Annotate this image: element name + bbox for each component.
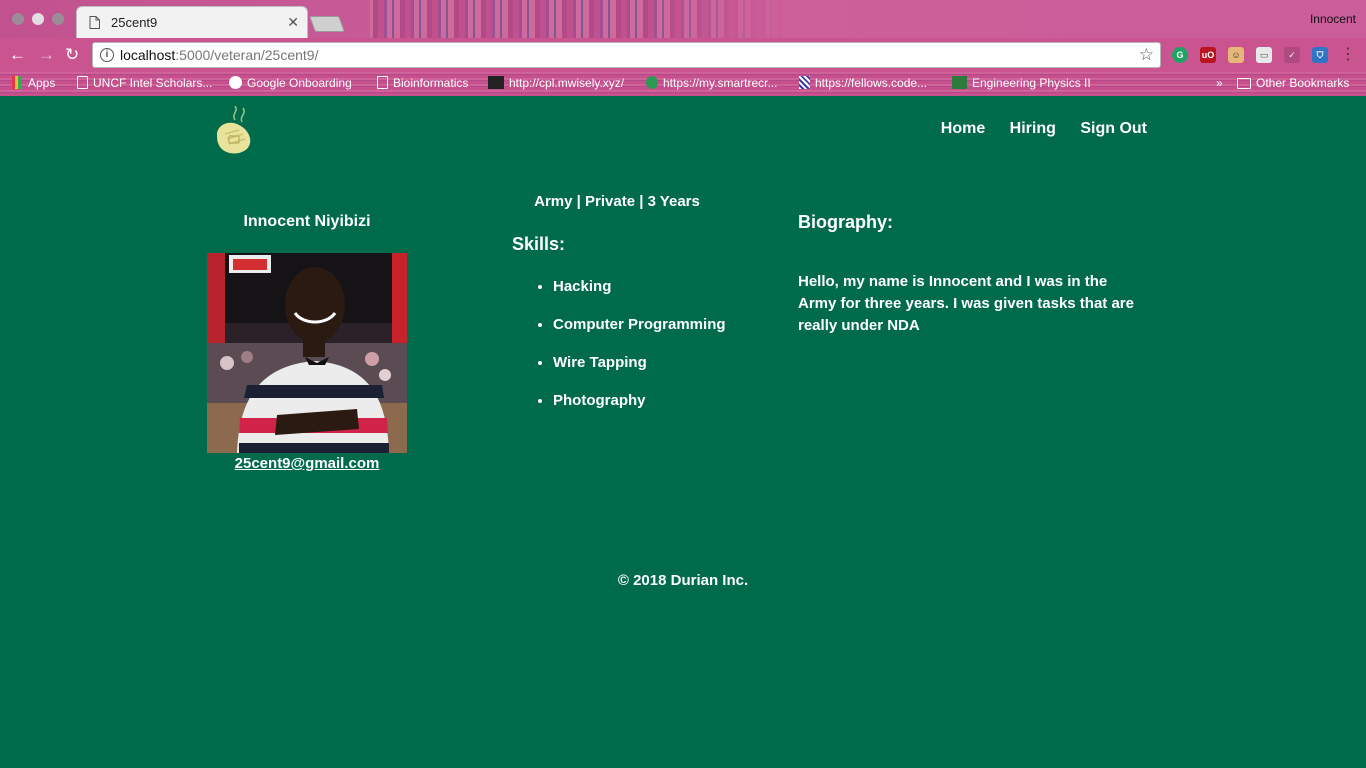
bookmark-bioinformatics[interactable]: Bioinformatics — [377, 76, 468, 90]
smartrecruiters-icon — [646, 76, 658, 89]
footer-copyright: © 2018 Durian Inc. — [617, 572, 749, 589]
page-content: Home Hiring Sign Out Innocent Niyibizi 2… — [0, 96, 1366, 768]
page-icon — [377, 76, 388, 89]
bookmark-engineering-physics[interactable]: Engineering Physics II — [952, 76, 1091, 90]
list-item: Hacking — [553, 278, 726, 316]
skills-list: Hacking Computer Programming Wire Tappin… — [536, 278, 726, 430]
browser-tab[interactable]: 25cent9 ✕ — [76, 6, 308, 38]
check-extension-icon[interactable]: ✓ — [1284, 47, 1300, 63]
apps-icon — [12, 76, 23, 89]
card-extension-icon[interactable]: ▭ — [1256, 47, 1272, 63]
bookmark-uncf[interactable]: UNCF Intel Scholars... — [77, 76, 212, 90]
profile-name[interactable]: Innocent — [1310, 12, 1356, 26]
physics-icon — [952, 76, 967, 89]
page-icon — [89, 16, 101, 30]
list-item: Computer Programming — [553, 316, 726, 354]
browser-toolbar: ← → ↻ i localhost:5000/veteran/25cent9/ … — [0, 38, 1366, 72]
fellows-icon — [799, 76, 810, 89]
browser-menu-icon[interactable]: ⋮ — [1340, 44, 1356, 64]
other-bookmarks[interactable]: Other Bookmarks — [1237, 76, 1349, 90]
bookmark-smartrecruiters[interactable]: https://my.smartrecr... — [646, 76, 777, 90]
new-tab-button[interactable] — [309, 16, 345, 32]
bookmarks-overflow-icon[interactable]: » — [1216, 76, 1223, 90]
skills-heading: Skills: — [512, 234, 566, 254]
browser-titlebar: 25cent9 ✕ Innocent — [0, 0, 1366, 38]
close-window-button[interactable] — [12, 13, 24, 25]
maximize-window-button[interactable] — [52, 13, 64, 25]
list-item: Photography — [553, 392, 726, 430]
biography-heading: Biography: — [798, 212, 894, 232]
google-icon — [229, 76, 242, 89]
nav-sign-out-link[interactable]: Sign Out — [1080, 120, 1147, 137]
nav-hiring-link[interactable]: Hiring — [1010, 120, 1056, 137]
nav-home-link[interactable]: Home — [941, 120, 985, 137]
durian-logo-icon[interactable] — [213, 106, 257, 156]
grammarly-extension-icon[interactable]: G — [1172, 47, 1188, 63]
bookmark-star-icon[interactable]: ☆ — [1139, 45, 1154, 65]
back-arrow-icon[interactable]: ← — [9, 45, 26, 65]
address-bar[interactable]: i localhost:5000/veteran/25cent9/ ☆ — [92, 42, 1161, 68]
bookmarks-bar: Apps UNCF Intel Scholars... Google Onboa… — [0, 72, 1366, 96]
tab-title: 25cent9 — [111, 15, 158, 30]
forward-arrow-icon[interactable]: → — [38, 45, 55, 65]
bookmark-google-onboarding[interactable]: Google Onboarding — [229, 76, 352, 90]
url-text[interactable]: localhost:5000/veteran/25cent9/ — [120, 47, 319, 63]
face-extension-icon[interactable]: ☺ — [1228, 47, 1244, 63]
bookmark-apps[interactable]: Apps — [12, 76, 55, 90]
bookmark-fellows[interactable]: https://fellows.code... — [799, 76, 927, 90]
bitwarden-extension-icon[interactable]: ⛉ — [1312, 47, 1328, 63]
minimize-window-button[interactable] — [32, 13, 44, 25]
profile-photo — [207, 253, 407, 453]
ublock-extension-icon[interactable]: uO — [1200, 47, 1216, 63]
profile-name-heading: Innocent Niyibizi — [243, 213, 371, 230]
service-meta: Army | Private | 3 Years — [534, 193, 700, 210]
reload-icon[interactable]: ↻ — [65, 45, 79, 65]
info-icon[interactable]: i — [100, 48, 114, 62]
list-item: Wire Tapping — [553, 354, 726, 392]
main-nav: Home Hiring Sign Out — [921, 120, 1147, 138]
page-icon — [77, 76, 88, 89]
cpl-icon — [488, 76, 504, 89]
bookmark-cpl[interactable]: http://cpl.mwisely.xyz/ — [488, 76, 636, 90]
profile-email-link[interactable]: 25cent9@gmail.com — [207, 455, 407, 472]
tab-close-icon[interactable]: ✕ — [287, 14, 299, 31]
folder-icon — [1237, 78, 1251, 89]
biography-text: Hello, my name is Innocent and I was in … — [798, 273, 1134, 334]
